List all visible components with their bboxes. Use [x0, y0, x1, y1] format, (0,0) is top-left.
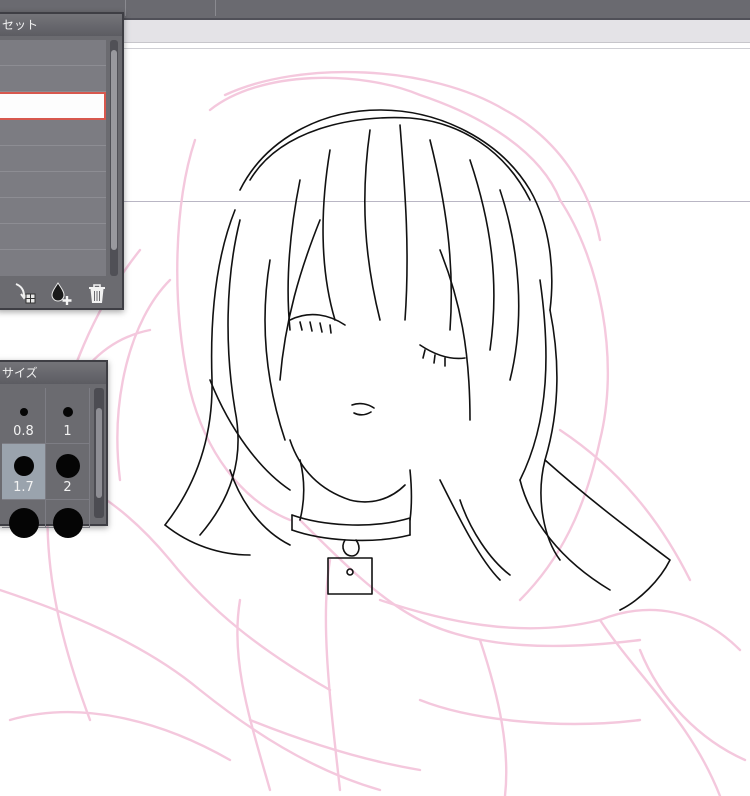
copy-preset-icon: [15, 283, 36, 304]
preset-row[interactable]: [0, 224, 106, 250]
trash-icon: [89, 284, 105, 303]
brush-size-option-selected[interactable]: 1.7: [2, 444, 46, 500]
brush-size-dot: [52, 508, 83, 538]
preset-list: [0, 40, 106, 276]
size-panel-title: サイズ: [0, 362, 106, 384]
add-color-icon: [51, 282, 72, 305]
preset-row[interactable]: [0, 172, 106, 198]
preset-toolbar: [0, 278, 122, 308]
preset-row[interactable]: [0, 120, 106, 146]
brush-size-option[interactable]: 2: [46, 444, 90, 500]
brush-size-option[interactable]: 1: [46, 388, 90, 444]
preset-scrollbar[interactable]: [110, 40, 118, 276]
brush-size-label: 1.7: [13, 480, 34, 495]
preset-row-selected[interactable]: [0, 92, 106, 120]
brush-size-option[interactable]: 0.8: [2, 388, 46, 444]
ink-lineart: [164, 109, 671, 611]
brush-size-label: 1: [63, 424, 72, 439]
brush-size-dot: [8, 508, 39, 538]
preset-row[interactable]: [0, 146, 106, 172]
preset-scrollbar-thumb[interactable]: [111, 50, 117, 250]
brush-size-option[interactable]: [2, 500, 46, 538]
brush-size-dot: [19, 408, 28, 416]
brush-size-option[interactable]: [46, 500, 90, 538]
brush-size-label: 0.8: [13, 424, 34, 439]
size-scrollbar[interactable]: [94, 388, 104, 518]
brush-size-dot: [13, 456, 34, 476]
copy-preset-button[interactable]: [12, 280, 38, 306]
brush-size-dot: [62, 407, 73, 417]
size-scrollbar-thumb[interactable]: [96, 408, 102, 498]
brush-size-panel: サイズ 0.8 1 1.7 2: [0, 360, 108, 538]
preset-row[interactable]: [0, 66, 106, 92]
brush-size-dot: [55, 454, 80, 478]
add-color-button[interactable]: [48, 280, 74, 306]
delete-preset-button[interactable]: [84, 280, 110, 306]
brush-preset-panel: セット: [0, 12, 124, 310]
preset-row[interactable]: [0, 198, 106, 224]
preset-panel-title: セット: [0, 14, 122, 36]
preset-row[interactable]: [0, 40, 106, 66]
brush-size-label: 2: [63, 480, 72, 495]
brush-size-grid: 0.8 1 1.7 2: [2, 388, 90, 538]
